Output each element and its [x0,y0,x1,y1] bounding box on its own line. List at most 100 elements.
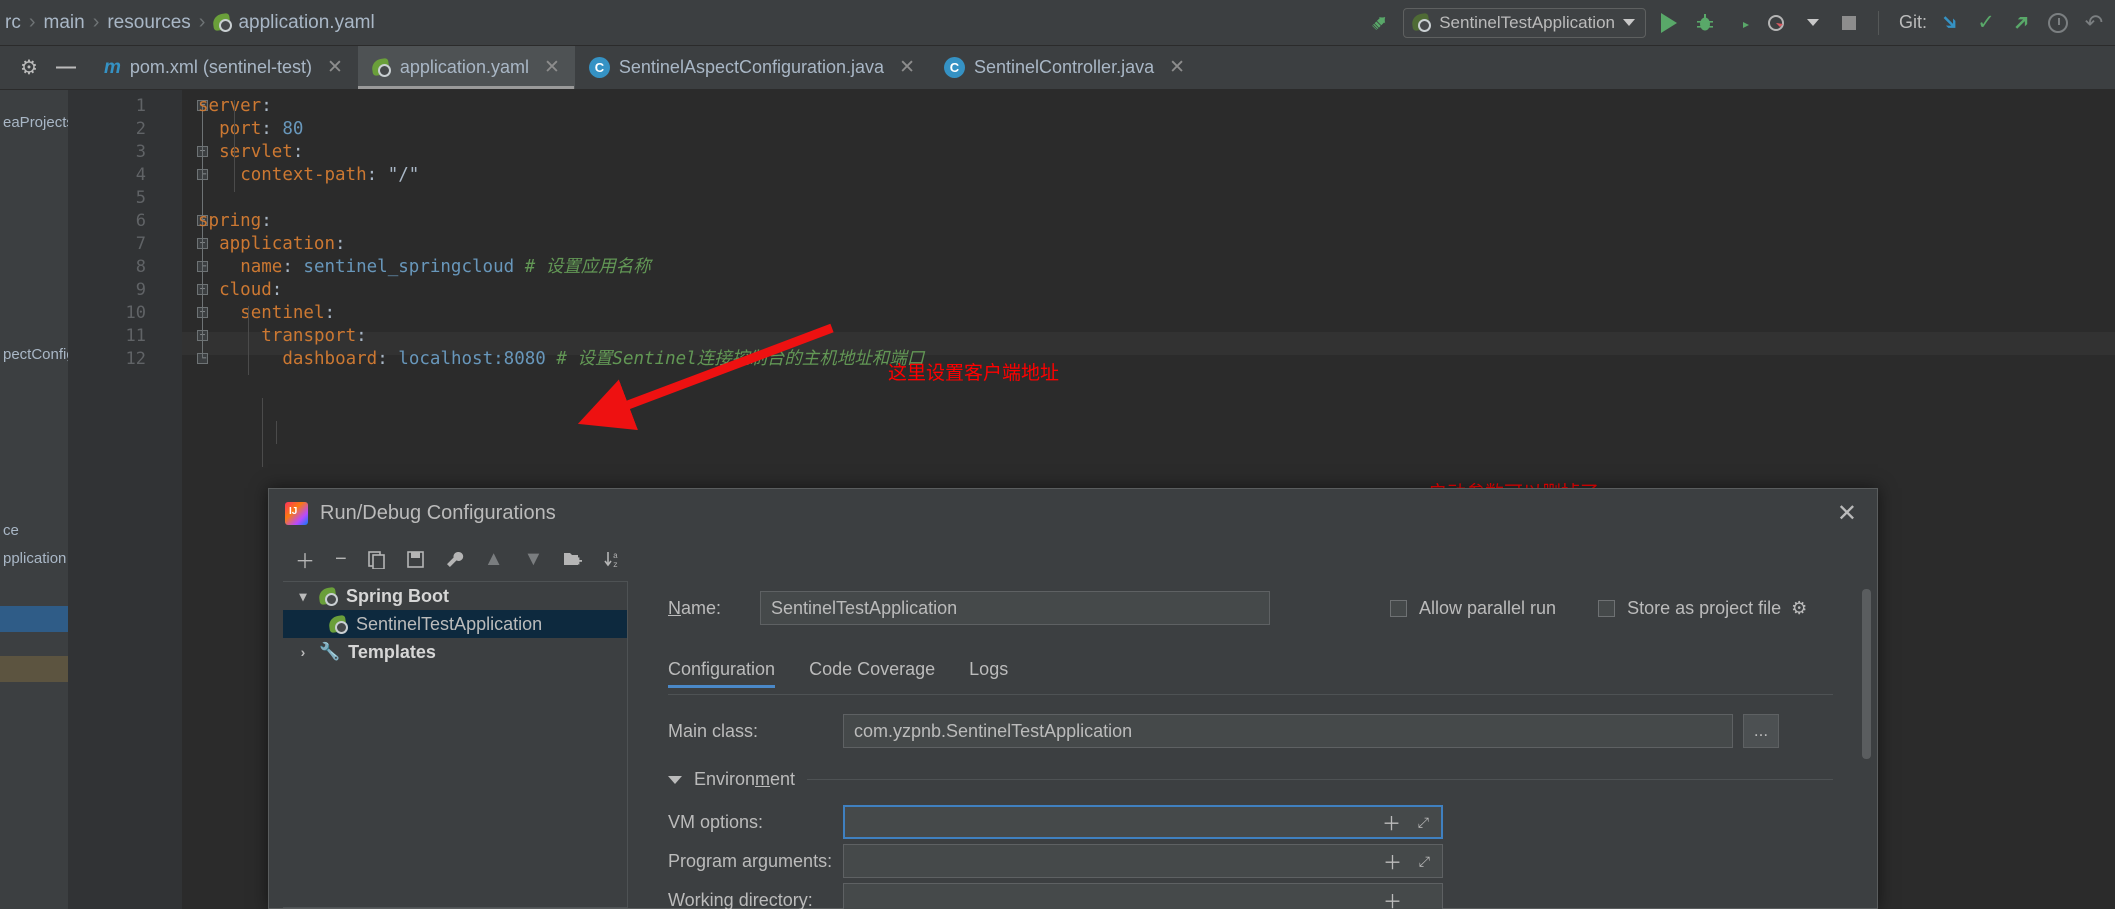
code-line: context-path: "/" [240,164,419,187]
add-macro-icon[interactable]: ＋ [1383,887,1402,909]
git-rollback-icon[interactable]: ↶ [2081,10,2107,36]
tree-item-templates[interactable]: › 🔧 Templates [283,638,627,666]
sort-configurations-button[interactable]: az [603,550,623,569]
close-icon[interactable]: ✕ [327,56,343,79]
indent-guide [234,100,235,192]
dialog-body: ▾ Spring Boot SentinelTestApplication › … [269,581,1877,909]
breadcrumb-item-src[interactable]: rc [2,12,24,34]
tab-logs[interactable]: Logs [969,659,1008,688]
breadcrumb-separator-icon: › [198,11,206,33]
run-with-coverage-icon[interactable] [1728,10,1754,36]
browse-main-class-button[interactable]: ... [1743,714,1779,748]
debug-icon[interactable] [1692,10,1718,36]
back-arrow-icon[interactable]: ➠ [1366,8,1395,37]
gear-icon[interactable]: ⚙ [1791,598,1807,619]
close-icon[interactable]: ✕ [1837,499,1861,528]
editor-fold-column[interactable] [156,90,182,909]
tab-sentinel-aspect-configuration[interactable]: C SentinelAspectConfiguration.java ✕ [575,46,930,89]
code-token: port [219,119,262,139]
code-token: : [261,211,272,231]
code-line: servlet: [219,141,303,164]
section-divider [807,779,1833,780]
name-row: Name: SentinelTestApplication Allow para… [668,591,1848,625]
main-class-label: Main class: [668,720,759,741]
line-number: 5 [135,188,146,208]
expand-editor-icon[interactable]: ⤢ [1418,814,1429,831]
git-commit-icon[interactable]: ✓ [1973,10,1999,36]
move-into-folder-button[interactable] [563,550,583,569]
name-field-value: SentinelTestApplication [771,597,958,618]
main-class-field[interactable]: com.yzpnb.SentinelTestApplication [843,714,1733,748]
code-token: sentinel_springcloud [303,257,515,277]
allow-parallel-run-label[interactable]: Allow parallel run [1419,598,1556,619]
code-token: "/" [387,165,420,185]
code-token: : [324,303,336,323]
git-push-icon[interactable]: ➔ [2008,8,2037,37]
main-class-value: com.yzpnb.SentinelTestApplication [854,720,1133,741]
copy-configuration-button[interactable] [367,550,386,569]
intellij-idea-logo-icon [285,501,308,525]
breadcrumb-item-main[interactable]: main [41,12,88,34]
tab-pom-xml[interactable]: m pom.xml (sentinel-test) ✕ [90,46,358,89]
run-configuration-selector[interactable]: SentinelTestApplication [1403,7,1646,38]
move-up-button[interactable]: ▲ [484,548,504,571]
line-number: 2 [135,119,146,139]
tab-sentinel-controller[interactable]: C SentinelController.java ✕ [930,46,1200,89]
chevron-down-icon[interactable] [1800,10,1826,36]
close-icon[interactable]: ✕ [1169,56,1185,79]
environment-section-header[interactable]: Environment [668,769,1833,790]
move-down-button[interactable]: ▼ [523,548,543,571]
line-number: 12 [125,349,146,369]
stop-icon[interactable] [1836,10,1862,36]
line-number: 4 [135,165,146,185]
expand-editor-icon[interactable]: ⤢ [1419,853,1430,870]
spring-leaf-icon [329,615,348,634]
edit-templates-button[interactable] [445,550,464,569]
add-configuration-button[interactable]: ＋ [295,545,315,574]
hide-icon[interactable]: — [56,56,76,79]
breadcrumb-item-application-yaml[interactable]: application.yaml [210,12,377,34]
tab-configuration[interactable]: Configuration [668,659,776,688]
tab-code-coverage[interactable]: Code Coverage [809,659,935,688]
program-arguments-field[interactable]: ＋ ⤢ [843,844,1443,878]
editor-tab-bar: ⚙ — m pom.xml (sentinel-test) ✕ applicat… [0,46,2115,90]
environment-label: Environment [694,769,796,789]
configurations-tree[interactable]: ▾ Spring Boot SentinelTestApplication › … [283,581,628,908]
tree-item-sentinel-test-application[interactable]: SentinelTestApplication [283,610,627,638]
store-as-project-file-checkbox[interactable] [1598,599,1616,617]
line-number: 3 [135,142,146,162]
git-history-icon[interactable] [2045,10,2071,36]
close-icon[interactable]: ✕ [899,56,915,79]
line-number: 10 [125,303,146,323]
store-as-project-file-label[interactable]: Store as project file [1627,598,1781,619]
name-field[interactable]: SentinelTestApplication [760,591,1270,625]
code-token: : [366,165,388,185]
gear-icon[interactable]: ⚙ [20,55,38,80]
tab-application-yaml[interactable]: application.yaml ✕ [357,46,575,89]
close-icon[interactable]: ✕ [544,56,560,79]
code-token: : [271,280,283,300]
breadcrumb-item-resources[interactable]: resources [104,12,193,34]
remove-configuration-button[interactable]: − [335,548,347,571]
add-macro-icon[interactable]: ＋ [1382,809,1401,836]
dialog-scrollbar-thumb[interactable] [1862,589,1871,759]
profiler-icon[interactable] [1764,10,1790,36]
code-token: : [356,326,367,346]
chevron-right-icon[interactable]: › [295,644,311,660]
tree-item-spring-boot[interactable]: ▾ Spring Boot [283,582,627,610]
chevron-down-icon[interactable]: ▾ [295,588,311,605]
add-macro-icon[interactable]: ＋ [1383,848,1402,875]
vm-options-label: VM options: [668,811,764,832]
run-debug-configurations-dialog[interactable]: Run/Debug Configurations ✕ ＋ − ▲ ▼ az ▾ … [268,488,1878,909]
toolbar-right-group: ➠ SentinelTestApplication Git: ➔ ✓ ➔ ↶ [1366,7,2115,38]
allow-parallel-run-checkbox[interactable] [1390,599,1407,617]
tab-list: m pom.xml (sentinel-test) ✕ application.… [90,46,1200,89]
code-token: name [240,257,283,277]
save-configuration-button[interactable] [406,550,425,569]
breadcrumb-label: application.yaml [238,11,375,33]
run-icon[interactable] [1656,10,1682,36]
vm-options-field[interactable]: ＋ ⤢ [843,805,1443,839]
git-update-icon[interactable]: ➔ [1936,8,1965,37]
working-directory-field[interactable]: ＋ [843,883,1443,909]
chevron-down-icon[interactable] [668,775,682,784]
